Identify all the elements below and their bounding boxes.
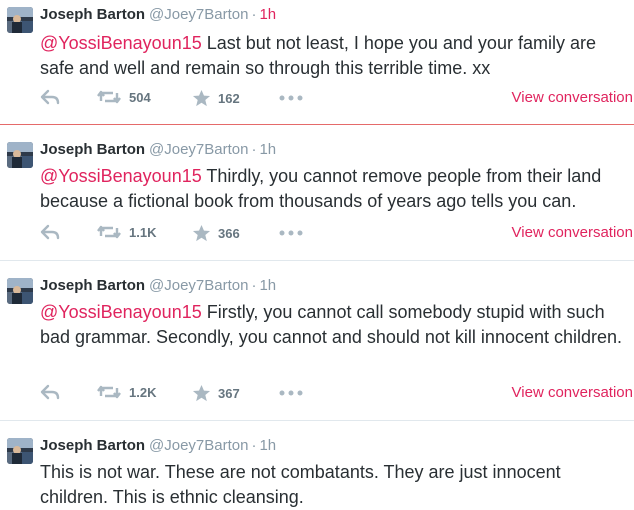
tweet-divider <box>0 260 634 261</box>
mention-link[interactable]: @YossiBenayoun15 <box>40 166 202 186</box>
favorite-count: 162 <box>218 91 240 106</box>
more-button[interactable] <box>279 230 303 236</box>
retweet-button[interactable]: 1.2K <box>96 384 156 400</box>
timestamp[interactable]: 1h <box>259 141 276 158</box>
tweet-header: Joseph Barton @Joey7Barton · 1h <box>40 277 276 294</box>
tweet-header: Joseph Barton @Joey7Barton · 1h <box>40 141 276 158</box>
star-icon <box>192 224 211 243</box>
retweet-count: 1.1K <box>129 224 157 240</box>
tweet-divider <box>0 420 634 421</box>
tweet-header: Joseph Barton @Joey7Barton · 1h <box>40 437 276 454</box>
author-name[interactable]: Joseph Barton <box>40 277 145 294</box>
favorite-button[interactable]: 366 <box>192 224 240 243</box>
tweet-header: Joseph Barton @Joey7Barton · 1h <box>40 6 276 23</box>
timestamp[interactable]: 1h <box>259 277 276 294</box>
retweet-icon <box>96 224 122 240</box>
tweet-text: @YossiBenayoun15 Last but not least, I h… <box>40 31 630 81</box>
reply-button[interactable] <box>40 224 60 240</box>
author-handle[interactable]: @Joey7Barton <box>149 141 248 158</box>
more-button[interactable] <box>279 390 303 396</box>
avatar[interactable] <box>7 438 33 464</box>
retweet-count: 1.2K <box>129 384 157 400</box>
reply-button[interactable] <box>40 384 60 400</box>
tweet-divider <box>0 124 634 125</box>
view-conversation-link[interactable]: View conversation <box>512 384 633 401</box>
more-icon <box>279 95 303 101</box>
tweet-actions: 1.1K 366 View conversation <box>0 224 634 246</box>
author-handle[interactable]: @Joey7Barton <box>149 437 248 454</box>
mention-link[interactable]: @YossiBenayoun15 <box>40 302 202 322</box>
author-handle[interactable]: @Joey7Barton <box>149 277 248 294</box>
view-conversation-link[interactable]: View conversation <box>512 224 633 241</box>
star-icon <box>192 384 211 403</box>
retweet-icon <box>96 89 122 105</box>
avatar[interactable] <box>7 7 33 33</box>
more-icon <box>279 230 303 236</box>
tweet-text: @YossiBenayoun15 Firstly, you cannot cal… <box>40 300 630 350</box>
favorite-count: 366 <box>218 226 240 241</box>
timestamp[interactable]: 1h <box>259 437 276 454</box>
retweet-icon <box>96 384 122 400</box>
author-handle[interactable]: @Joey7Barton <box>149 6 248 23</box>
tweet-text: @YossiBenayoun15 Thirdly, you cannot rem… <box>40 164 630 214</box>
more-icon <box>279 390 303 396</box>
tweet-actions: 504 162 View conversation <box>0 89 634 111</box>
view-conversation-link[interactable]: View conversation <box>512 89 633 106</box>
avatar[interactable] <box>7 142 33 168</box>
retweet-button[interactable]: 1.1K <box>96 224 156 240</box>
favorite-button[interactable]: 162 <box>192 89 240 108</box>
mention-link[interactable]: @YossiBenayoun15 <box>40 33 202 53</box>
avatar[interactable] <box>7 278 33 304</box>
reply-icon <box>40 224 60 240</box>
author-name[interactable]: Joseph Barton <box>40 6 145 23</box>
reply-icon <box>40 89 60 105</box>
favorite-button[interactable]: 367 <box>192 384 240 403</box>
author-name[interactable]: Joseph Barton <box>40 437 145 454</box>
separator-dot: · <box>251 437 257 454</box>
favorite-count: 367 <box>218 386 240 401</box>
author-name[interactable]: Joseph Barton <box>40 141 145 158</box>
separator-dot: · <box>251 277 257 294</box>
separator-dot: · <box>251 141 257 158</box>
separator-dot: · <box>251 6 257 23</box>
retweet-count: 504 <box>129 89 151 105</box>
tweet-actions: 1.2K 367 View conversation <box>0 384 634 406</box>
tweet-text: This is not war. These are not combatant… <box>40 460 630 510</box>
reply-icon <box>40 384 60 400</box>
more-button[interactable] <box>279 95 303 101</box>
retweet-button[interactable]: 504 <box>96 89 151 105</box>
star-icon <box>192 89 211 108</box>
timestamp[interactable]: 1h <box>259 6 276 23</box>
reply-button[interactable] <box>40 89 60 105</box>
tweet-body: This is not war. These are not combatant… <box>40 462 561 507</box>
